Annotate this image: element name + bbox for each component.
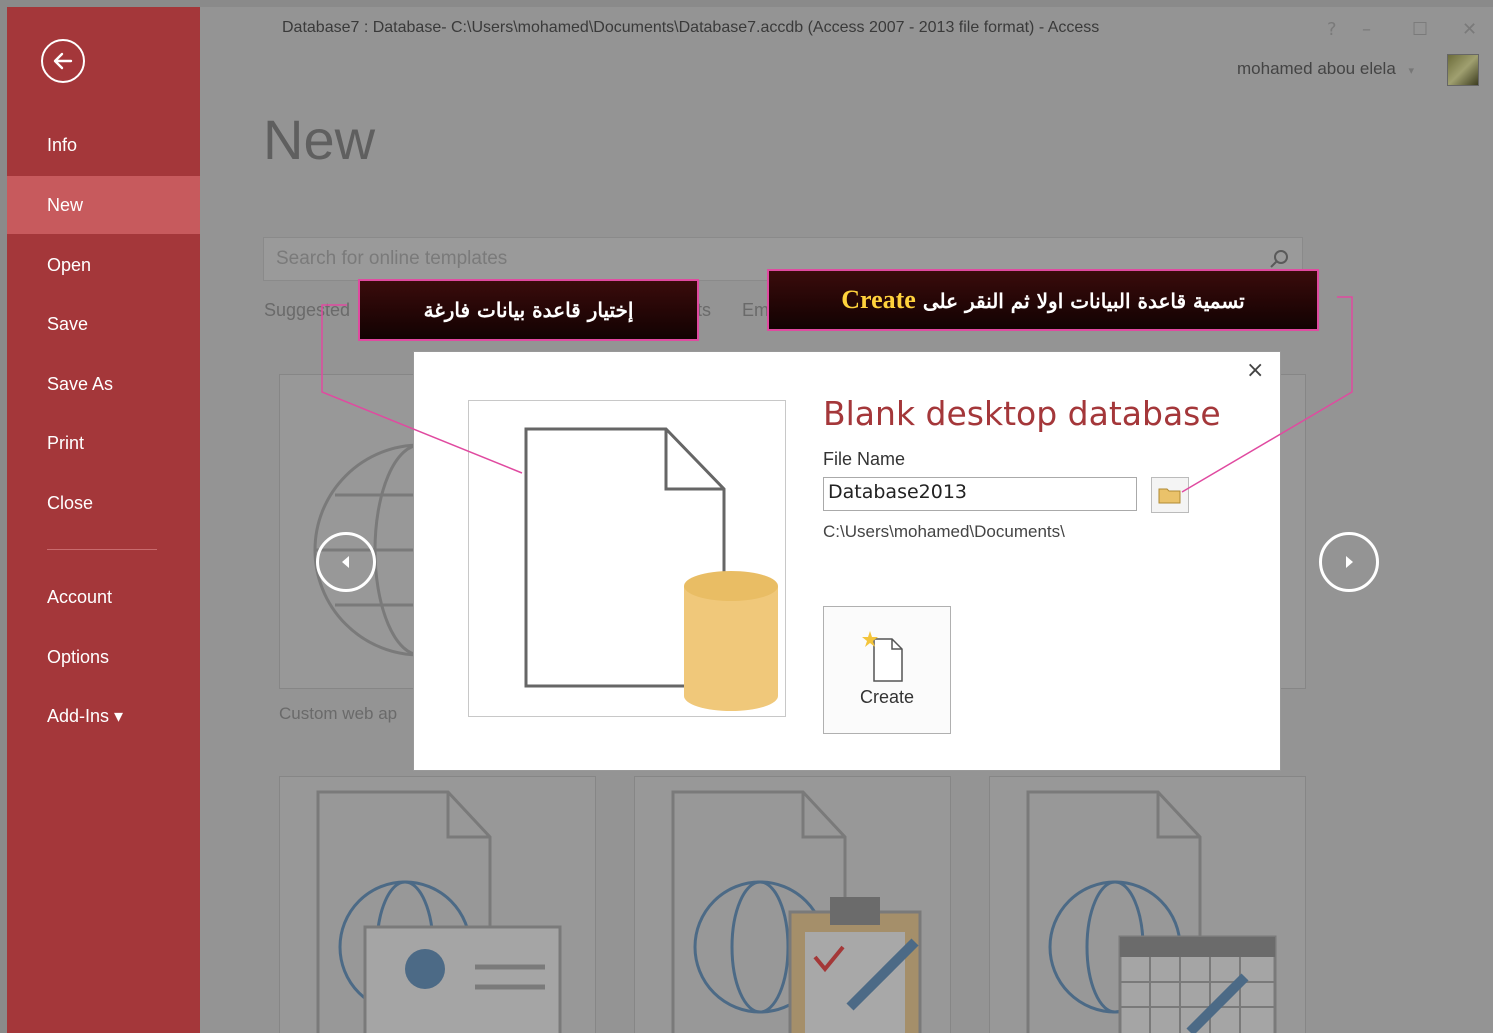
suggested-search-partial-2[interactable]: Em — [742, 300, 769, 321]
template-tile-contacts[interactable] — [279, 776, 596, 1033]
callout-blank-database-text: إختيار قاعدة بيانات فارغة — [423, 298, 634, 322]
blank-database-preview — [468, 400, 786, 717]
back-button[interactable] — [41, 39, 85, 83]
sidebar-item-close[interactable]: Close — [7, 474, 200, 532]
sidebar-item-options[interactable]: Options — [7, 628, 200, 686]
callout-create-highlight: Create — [841, 285, 916, 314]
folder-icon — [1158, 488, 1181, 504]
sidebar-item-info[interactable]: Info — [7, 116, 200, 174]
template-tile-label: Custom web ap — [279, 704, 398, 723]
backstage-window: Info New Open Save Save As Print Close A… — [7, 7, 1493, 1033]
window-title: Database7 : Database- C:\Users\mohamed\D… — [282, 19, 1100, 36]
suggested-label: Suggested — [264, 300, 351, 320]
new-file-icon — [862, 631, 903, 682]
file-name-field[interactable]: Database2013 — [823, 477, 1137, 511]
page-title: New — [263, 108, 376, 171]
sidebar-item-new[interactable]: New — [7, 176, 200, 234]
backstage-sidebar: Info New Open Save Save As Print Close A… — [7, 7, 200, 1033]
blank-database-icon — [524, 427, 778, 711]
sidebar-item-open[interactable]: Open — [7, 236, 200, 294]
close-window-button[interactable]: ✕ — [1462, 19, 1477, 40]
contacts-template-icon — [316, 790, 562, 1033]
user-name: mohamed abou elela — [1237, 59, 1396, 78]
user-dropdown-icon: ▾ — [1408, 65, 1415, 77]
create-button[interactable]: Create — [823, 606, 951, 734]
dialog-close-button[interactable]: × — [1246, 358, 1264, 383]
sidebar-divider — [47, 549, 157, 550]
sidebar-item-print[interactable]: Print — [7, 414, 200, 472]
blank-database-dialog: × Blank desktop database File Name Datab… — [413, 351, 1281, 771]
browse-folder-button[interactable] — [1151, 477, 1189, 513]
template-tile-events[interactable] — [989, 776, 1306, 1033]
user-account[interactable]: mohamed abou elela ▾ — [1237, 59, 1414, 79]
help-button[interactable]: ? — [1327, 19, 1337, 40]
sidebar-item-save[interactable]: Save — [7, 295, 200, 353]
tasks-template-icon — [671, 790, 922, 1033]
search-placeholder: Search for online templates — [276, 248, 508, 269]
previous-template-button[interactable] — [316, 532, 376, 592]
sidebar-item-save-as[interactable]: Save As — [7, 355, 200, 413]
sidebar-item-account[interactable]: Account — [7, 568, 200, 626]
search-icon[interactable] — [1268, 247, 1292, 271]
restore-button[interactable]: ☐ — [1412, 19, 1428, 40]
arrow-right-icon — [1346, 556, 1353, 568]
create-button-label: Create — [859, 687, 915, 707]
arrow-left-icon — [342, 556, 349, 568]
file-name-label: File Name — [823, 449, 906, 469]
next-template-button[interactable] — [1319, 532, 1379, 592]
events-template-icon — [1026, 790, 1277, 1033]
file-path: C:\Users\mohamed\Documents\ — [823, 522, 1065, 541]
dialog-heading: Blank desktop database — [823, 394, 1221, 433]
template-tile-tasks[interactable] — [634, 776, 951, 1033]
minimize-button[interactable]: – — [1362, 19, 1371, 40]
callout-blank-database: إختيار قاعدة بيانات فارغة — [358, 279, 699, 341]
callout-name-text: تسمية قاعدة البيانات اولا ثم النقر على — [922, 289, 1245, 313]
callout-name-and-create: تسمية قاعدة البيانات اولا ثم النقر على C… — [767, 269, 1319, 331]
back-arrow-icon — [53, 52, 73, 70]
avatar[interactable] — [1447, 54, 1479, 86]
suggested-search-partial[interactable]: ts — [697, 300, 711, 321]
sidebar-item-add-ins[interactable]: Add-Ins ▾ — [7, 687, 200, 745]
